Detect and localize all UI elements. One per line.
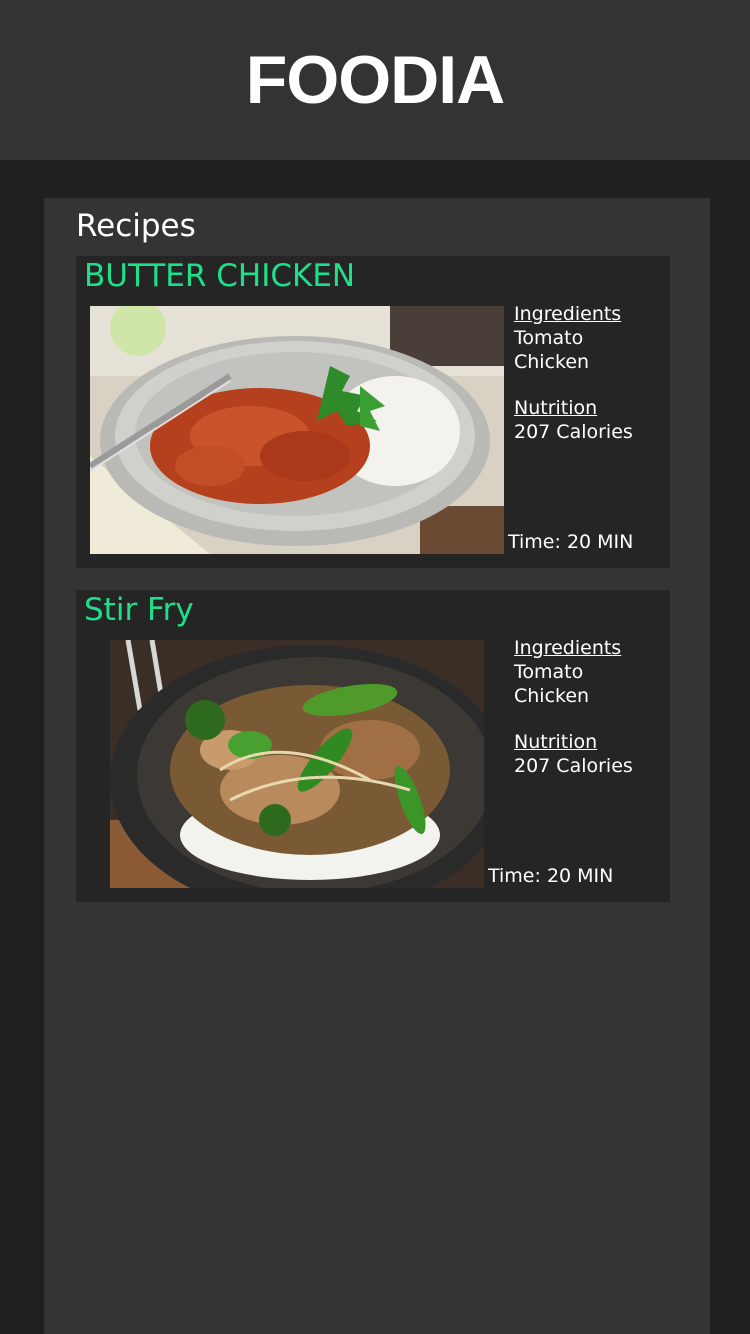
section-title: Recipes	[76, 208, 196, 244]
recipes-panel: Recipes BUTTER CHICKEN Ingredients Tomat…	[44, 198, 710, 1334]
nutrition-value: 207 Calories	[514, 421, 633, 443]
nutrition-value: 207 Calories	[514, 755, 633, 777]
recipe-info: Ingredients Tomato Chicken Nutrition 207…	[514, 302, 633, 444]
ingredient-item: Chicken	[514, 351, 590, 373]
ingredients-heading: Ingredients	[514, 637, 622, 659]
recipe-photo[interactable]	[110, 640, 484, 888]
ingredient-item: Tomato	[514, 327, 584, 349]
nutrition-heading: Nutrition	[514, 397, 598, 419]
cook-time: Time: 20 MIN	[488, 865, 614, 887]
recipe-info: Ingredients Tomato Chicken Nutrition 207…	[514, 636, 633, 778]
nutrition-heading: Nutrition	[514, 731, 598, 753]
recipe-card-butter-chicken[interactable]: BUTTER CHICKEN Ingredients Tomato Chicke…	[76, 256, 670, 568]
ingredient-item: Chicken	[514, 685, 590, 707]
app-title: FOODIA	[245, 42, 505, 118]
stir-fry-image	[110, 640, 484, 888]
app-header: FOODIA	[0, 0, 750, 160]
ingredients-heading: Ingredients	[514, 303, 622, 325]
recipe-photo[interactable]	[90, 306, 504, 554]
recipe-card-stir-fry[interactable]: Stir Fry Ingredients Tomato Chicken Nutr…	[76, 590, 670, 902]
butter-chicken-image	[90, 306, 504, 554]
recipe-title[interactable]: BUTTER CHICKEN	[84, 256, 355, 296]
recipe-title[interactable]: Stir Fry	[84, 590, 194, 630]
ingredient-item: Tomato	[514, 661, 584, 683]
cook-time: Time: 20 MIN	[508, 531, 634, 553]
